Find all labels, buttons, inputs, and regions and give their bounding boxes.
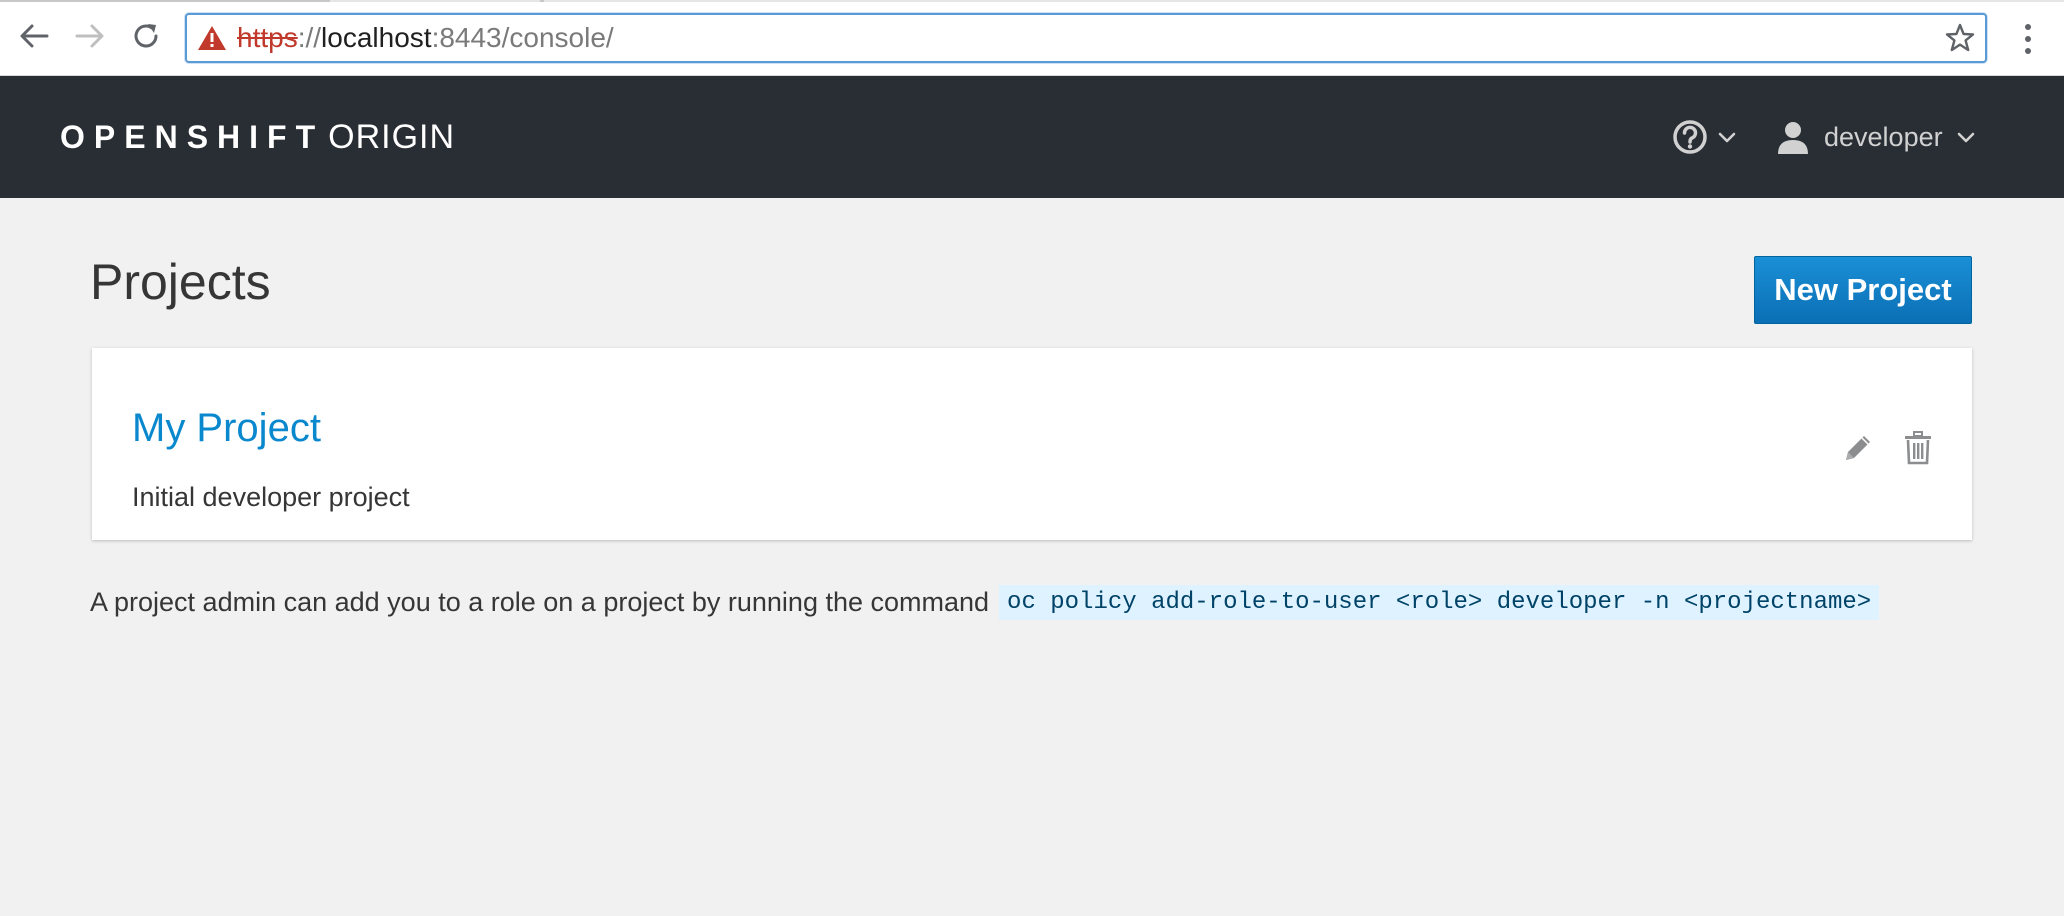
- arrow-right-icon: [75, 24, 104, 48]
- pencil-icon: [1846, 436, 1870, 460]
- brand-edition: ORIGIN: [328, 118, 456, 156]
- three-dots-icon: [2025, 24, 2031, 54]
- star-icon[interactable]: [1945, 23, 1975, 58]
- brand-name: OPENSHIFT: [60, 119, 325, 155]
- warning-icon[interactable]: [197, 25, 227, 56]
- url-scheme: https: [237, 22, 298, 53]
- hint-text: A project admin can add you to a role on…: [90, 586, 990, 617]
- edit-project-button[interactable]: [1838, 428, 1878, 468]
- question-circle-icon: [1673, 120, 1707, 154]
- reload-button[interactable]: [126, 14, 166, 58]
- page-title: Projects: [90, 254, 271, 310]
- forward-button[interactable]: [70, 14, 110, 58]
- app-header: OPENSHIFT ORIGIN developer: [0, 76, 2064, 198]
- new-project-button[interactable]: New Project: [1754, 256, 1972, 324]
- brand-logo[interactable]: OPENSHIFT ORIGIN: [60, 112, 455, 162]
- back-button[interactable]: [14, 14, 54, 58]
- tab-edge: [0, 0, 330, 2]
- user-icon: [1778, 122, 1808, 154]
- tab-strip: [0, 0, 2064, 2]
- url-path: :8443/console/: [431, 22, 614, 53]
- project-name-link[interactable]: My Project: [132, 404, 321, 452]
- delete-project-button[interactable]: [1898, 428, 1938, 468]
- project-tile: My Project Initial developer project: [92, 348, 1972, 540]
- browser-toolbar: https://localhost:8443/console/: [0, 0, 2064, 76]
- role-hint: A project admin can add you to a role on…: [90, 582, 1880, 622]
- url-text[interactable]: https://localhost:8443/console/: [237, 15, 614, 61]
- url-separator: ://: [297, 22, 322, 53]
- chevron-down-icon: [1718, 132, 1736, 143]
- user-menu-toggle[interactable]: developer: [1776, 114, 1975, 160]
- address-bar[interactable]: https://localhost:8443/console/: [185, 13, 1987, 63]
- username: developer: [1824, 121, 1943, 152]
- browser-menu-button[interactable]: [2014, 22, 2042, 56]
- chevron-down-icon: [1957, 132, 1974, 143]
- reload-icon: [134, 24, 158, 48]
- url-host: localhost: [321, 22, 432, 53]
- hint-command: oc policy add-role-to-user <role> develo…: [999, 584, 1880, 620]
- trash-icon: [1905, 431, 1931, 465]
- tab-edge: [540, 0, 544, 2]
- help-menu-toggle[interactable]: [1672, 114, 1736, 160]
- arrow-left-icon: [20, 24, 49, 48]
- project-description: Initial developer project: [132, 482, 410, 512]
